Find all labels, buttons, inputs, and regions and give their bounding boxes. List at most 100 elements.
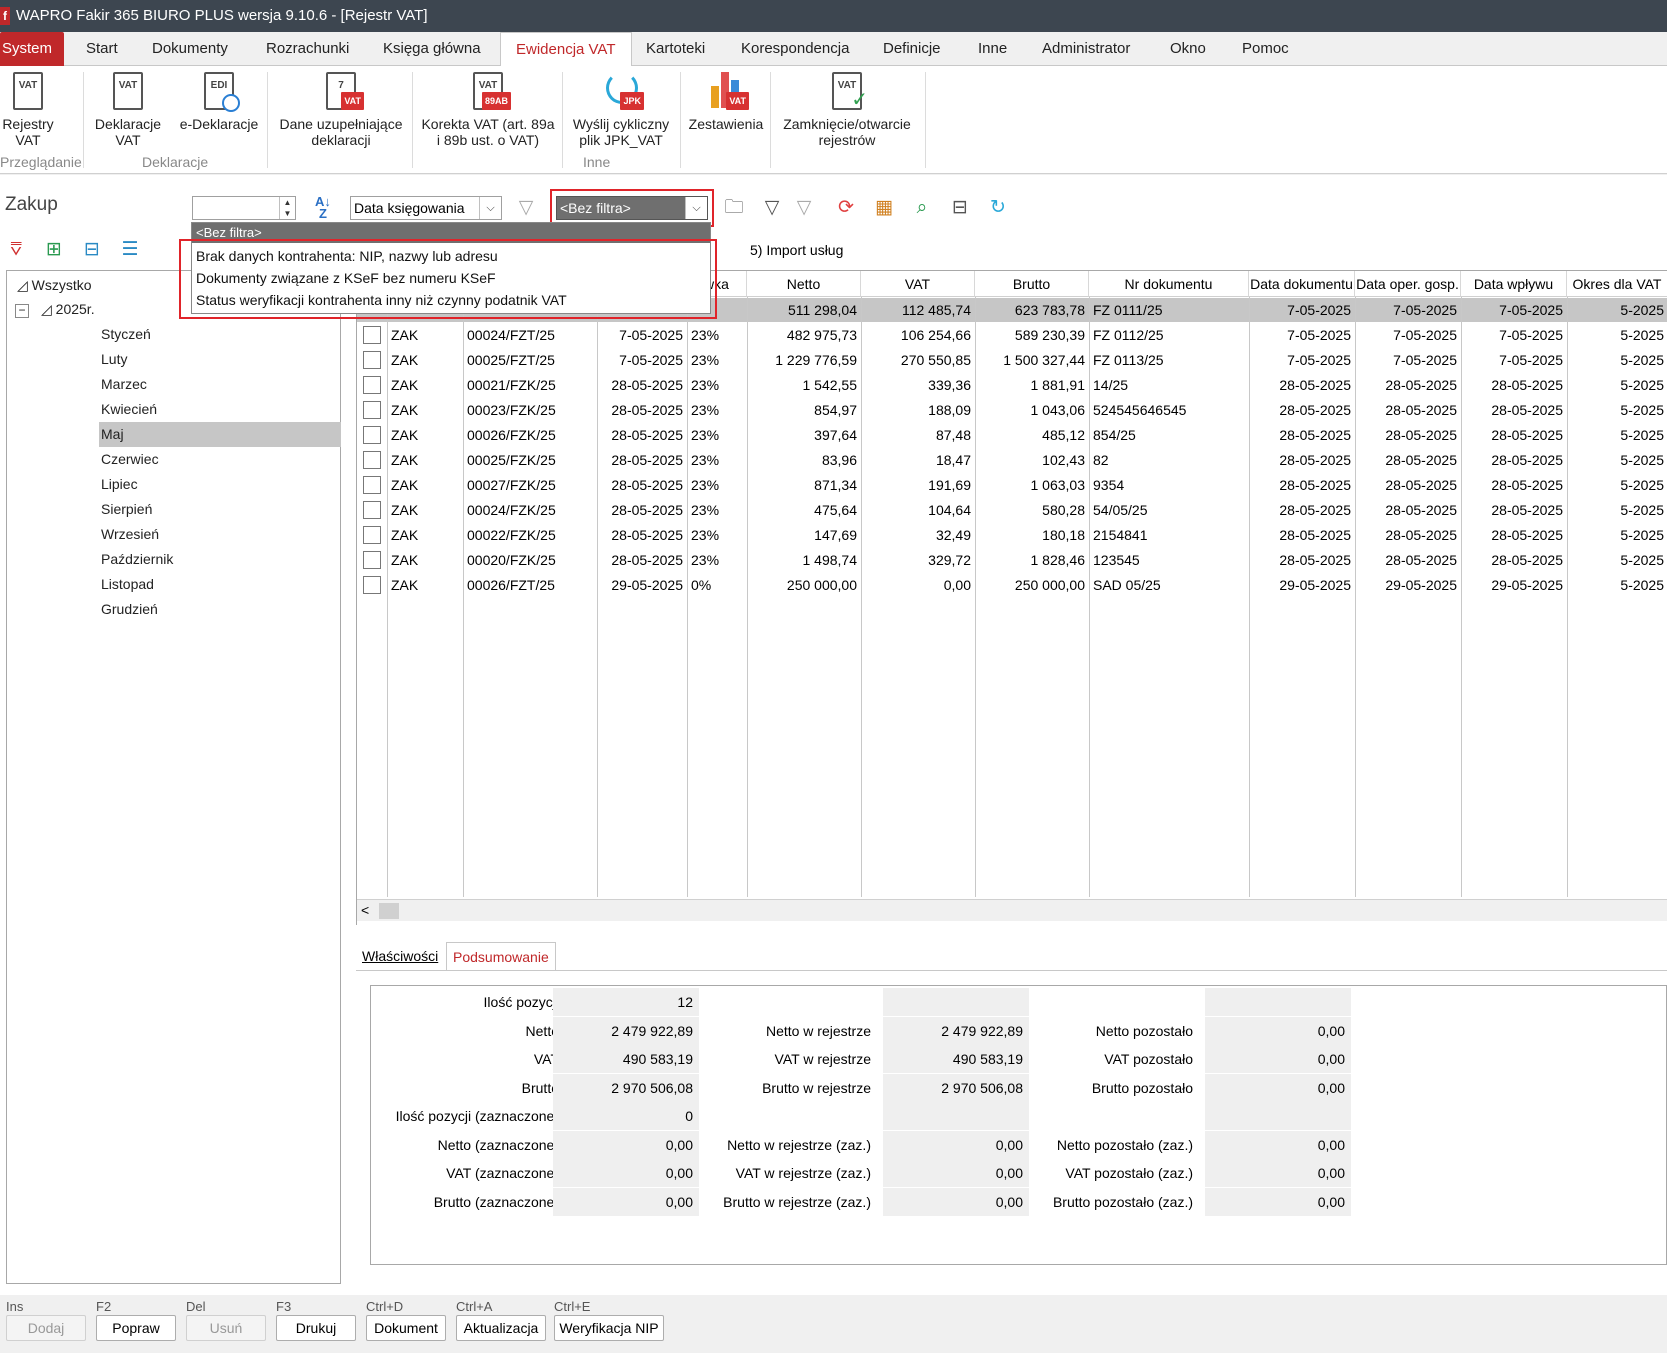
menu-ksiega-glowna[interactable]: Księga główna	[383, 32, 481, 66]
tree-item-month-selected[interactable]: Maj	[101, 422, 124, 446]
row-checkbox[interactable]	[363, 551, 381, 569]
rejestry-vat-button[interactable]: VAT Rejestry VAT	[0, 70, 56, 148]
tree-item-month[interactable]: Sierpień	[101, 497, 152, 521]
spinner-arrows-icon[interactable]: ▲ ▼	[279, 197, 295, 219]
chevron-down-icon[interactable]: ⌵	[685, 197, 707, 219]
tree-item-month[interactable]: Czerwiec	[101, 447, 159, 471]
footer-button-dodaj[interactable]: Dodaj	[6, 1315, 86, 1341]
menu-start[interactable]: Start	[86, 32, 118, 66]
menu-kartoteki[interactable]: Kartoteki	[646, 32, 705, 66]
tree-structure-icon[interactable]: ☰	[118, 238, 142, 262]
menu-definicje[interactable]: Definicje	[883, 32, 941, 66]
column-header-data-oper[interactable]: Data oper. gosp.	[1355, 271, 1461, 297]
delete-filter-icon[interactable]: ⩢	[4, 238, 28, 262]
row-checkbox[interactable]	[363, 501, 381, 519]
sort-az-icon[interactable]: A↓ Z	[311, 195, 335, 220]
table-row[interactable]: ZAK 00022/FZK/25 28-05-2025 23% 147,69 32,49 1…	[357, 523, 1667, 548]
tree-item-year[interactable]: − ◿ 2025r.	[15, 297, 95, 321]
filter-icon[interactable]: ▽	[760, 196, 784, 220]
scroll-left-icon[interactable]: <	[361, 902, 369, 918]
korekta-vat-button[interactable]: VAT 89AB Korekta VAT (art. 89a i 89b ust.…	[418, 70, 558, 148]
table-row[interactable]: ZAK 00027/FZK/25 28-05-2025 23% 871,34 191,69…	[357, 473, 1667, 498]
tab-wlasciwosci[interactable]: Właściwości	[362, 942, 438, 970]
zestawienia-button[interactable]: VAT Zestawienia	[684, 70, 768, 132]
column-header-data-wplywu[interactable]: Data wpływu	[1461, 271, 1567, 297]
tree-item-month[interactable]: Październik	[101, 547, 173, 571]
table-row[interactable]: ZAK 00024/FZK/25 28-05-2025 23% 475,64 104,64…	[357, 498, 1667, 523]
row-checkbox[interactable]	[363, 451, 381, 469]
table-row[interactable]: ZAK 00025/FZK/25 28-05-2025 23% 83,96 18,47 10…	[357, 448, 1667, 473]
tab-podsumowanie[interactable]: Podsumowanie	[446, 942, 556, 970]
table-row[interactable]: ZAK 00020/FZK/25 28-05-2025 23% 1 498,74 329,…	[357, 548, 1667, 573]
tree-expand-icon[interactable]: ⊞	[42, 238, 66, 262]
column-header-netto[interactable]: Netto	[747, 271, 861, 297]
column-header-vat[interactable]: VAT	[861, 271, 975, 297]
year-spinner[interactable]: ▲ ▼	[192, 196, 296, 220]
dane-uzupelniajace-button[interactable]: 7 VAT Dane uzupełniające deklaracji	[274, 70, 408, 148]
footer-button-usuń[interactable]: Usuń	[186, 1315, 266, 1341]
menu-administrator[interactable]: Administrator	[1042, 32, 1130, 66]
footer-button-popraw[interactable]: Popraw	[96, 1315, 176, 1341]
menu-ewidencja-vat[interactable]: Ewidencja VAT	[500, 32, 632, 67]
filter-clear-icon[interactable]: ▽	[792, 196, 816, 220]
export-icon[interactable]: ⊟	[948, 196, 972, 220]
cell-vat: 270 550,85	[900, 352, 971, 368]
row-checkbox[interactable]	[363, 326, 381, 344]
tree-item-month[interactable]: Grudzień	[101, 597, 158, 621]
menu-inne[interactable]: Inne	[978, 32, 1007, 66]
filter-select[interactable]: <Bez filtra> ⌵	[556, 196, 708, 220]
column-header-okres[interactable]: Okres dla VAT	[1567, 271, 1667, 297]
footer-button-aktualizacja[interactable]: Aktualizacja	[456, 1315, 546, 1341]
column-header-nr-dokumentu[interactable]: Nr dokumentu	[1089, 271, 1249, 297]
cell-brutto: 180,18	[1042, 527, 1085, 543]
table-row[interactable]: ZAK 00021/FZK/25 28-05-2025 23% 1 542,55 339,…	[357, 373, 1667, 398]
horizontal-scrollbar[interactable]: <	[357, 899, 1667, 921]
footer-button-weryfikacja-nip[interactable]: Weryfikacja NIP	[554, 1315, 664, 1341]
tree-item-month[interactable]: Styczeń	[101, 322, 151, 346]
table-row[interactable]: ZAK 00026/FZT/25 29-05-2025 0% 250 000,00 0,0…	[357, 573, 1667, 598]
chevron-down-icon[interactable]: ⌵	[479, 197, 501, 219]
menu-korespondencja[interactable]: Korespondencja	[741, 32, 849, 66]
table-row[interactable]: ZAK 00023/FZK/25 28-05-2025 23% 854,97 188,09…	[357, 398, 1667, 423]
row-checkbox[interactable]	[363, 351, 381, 369]
tree-collapse-icon[interactable]: ⊟	[80, 238, 104, 262]
deklaracje-vat-button[interactable]: VAT Deklaracje VAT	[90, 70, 166, 148]
tree-item-all[interactable]: ◿ Wszystko	[17, 273, 92, 297]
menu-okno[interactable]: Okno	[1170, 32, 1206, 66]
e-deklaracje-button[interactable]: EDI e-Deklaracje	[174, 70, 264, 132]
table-settings-icon[interactable]: ▦	[872, 196, 896, 220]
tree-item-month[interactable]: Luty	[101, 347, 127, 371]
row-checkbox[interactable]	[363, 526, 381, 544]
wyslij-jpk-button[interactable]: JPK Wyślij cykliczny plik JPK_VAT	[566, 70, 676, 148]
tree-item-month[interactable]: Lipiec	[101, 472, 138, 496]
refresh-sync-icon[interactable]: ⟳	[834, 196, 858, 220]
tree-item-month[interactable]: Marzec	[101, 372, 147, 396]
table-row[interactable]: ZAK 00024/FZT/25 7-05-2025 23% 482 975,73 106…	[357, 323, 1667, 348]
folder-icon[interactable]: 🗀	[722, 196, 746, 220]
footer-button-dokument[interactable]: Dokument	[366, 1315, 446, 1341]
row-checkbox[interactable]	[363, 376, 381, 394]
scroll-thumb[interactable]	[379, 903, 399, 919]
collapse-icon[interactable]: −	[15, 304, 29, 318]
row-checkbox[interactable]	[363, 426, 381, 444]
import-uslug-link[interactable]: 5) Import usług	[750, 242, 843, 258]
table-row[interactable]: ZAK 00026/FZK/25 28-05-2025 23% 397,64 87,48 4…	[357, 423, 1667, 448]
menu-pomoc[interactable]: Pomoc	[1242, 32, 1289, 66]
row-checkbox[interactable]	[363, 476, 381, 494]
tree-item-month[interactable]: Wrzesień	[101, 522, 159, 546]
column-header-brutto[interactable]: Brutto	[975, 271, 1089, 297]
row-checkbox[interactable]	[363, 401, 381, 419]
zamkniecie-rejestrow-button[interactable]: VAT ✓ Zamknięcie/otwarcie rejestrów	[776, 70, 918, 148]
sort-field-select[interactable]: Data księgowania ⌵	[350, 196, 502, 220]
search-verify-icon[interactable]: ⌕	[910, 196, 934, 220]
tree-item-month[interactable]: Kwiecień	[101, 397, 157, 421]
column-header-data-dokumentu[interactable]: Data dokumentu	[1249, 271, 1355, 297]
menu-dokumenty[interactable]: Dokumenty	[152, 32, 228, 66]
row-checkbox[interactable]	[363, 576, 381, 594]
table-row[interactable]: ZAK 00025/FZT/25 7-05-2025 23% 1 229 776,59 2…	[357, 348, 1667, 373]
tree-item-month[interactable]: Listopad	[101, 572, 154, 596]
footer-button-drukuj[interactable]: Drukuj	[276, 1315, 356, 1341]
menu-rozrachunki[interactable]: Rozrachunki	[266, 32, 349, 66]
menu-system[interactable]: System	[0, 32, 65, 66]
reload-icon[interactable]: ↻	[986, 196, 1010, 220]
